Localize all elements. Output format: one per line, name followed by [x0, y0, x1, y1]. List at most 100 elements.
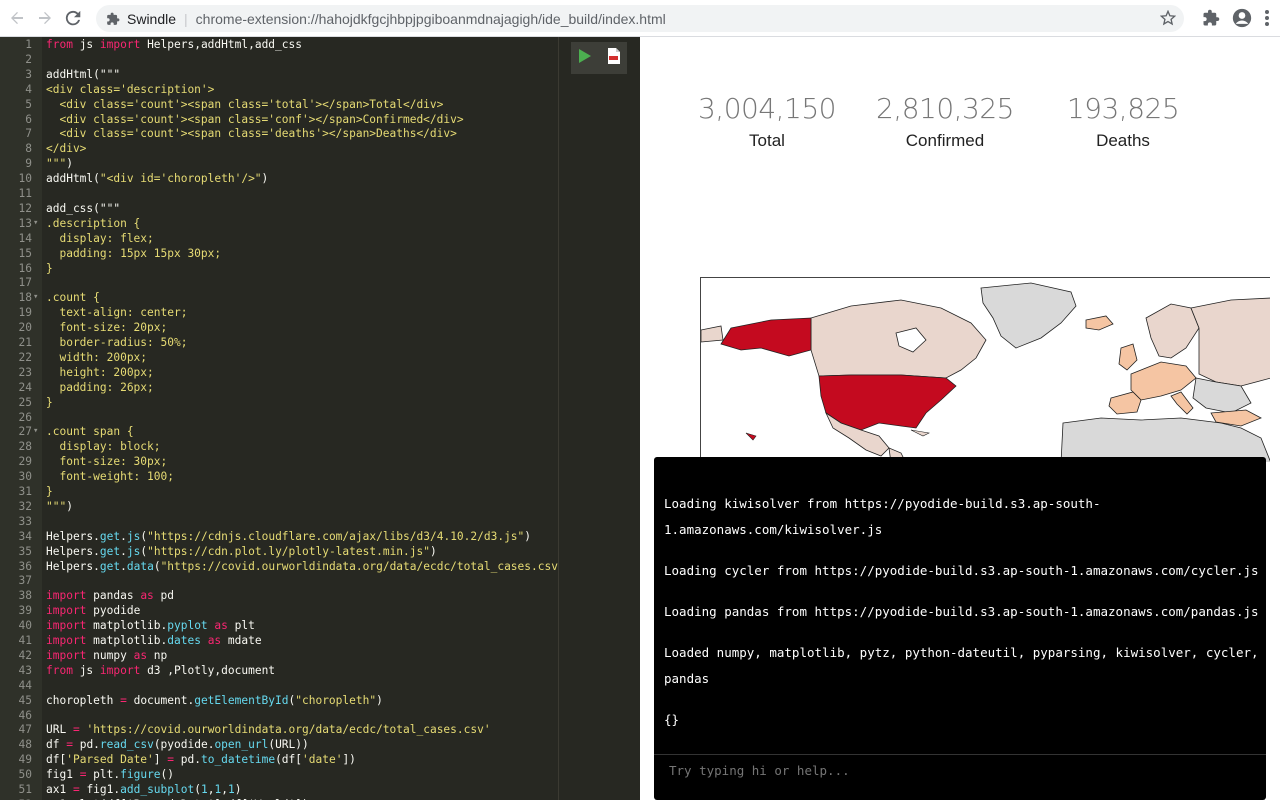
code-line[interactable]: 22 width: 200px;: [0, 350, 558, 365]
line-number: 24: [18, 380, 32, 394]
code-line[interactable]: 5 <div class='count'><span class='total'…: [0, 97, 558, 112]
code-line[interactable]: 25}: [0, 395, 558, 410]
fold-arrow-icon[interactable]: ▾: [33, 424, 38, 439]
menu-kebab-icon[interactable]: [1264, 9, 1270, 32]
code-line[interactable]: 49 df['Parsed Date'] = pd.to_datetime(df[…: [0, 752, 558, 767]
code-line[interactable]: 15 padding: 15px 15px 30px;: [0, 246, 558, 261]
code-line[interactable]: 48 df = pd.read_csv(pyodide.open_url(URL)…: [0, 737, 558, 752]
console-panel: Loading kiwisolver from https://pyodide-…: [654, 457, 1266, 800]
console-input[interactable]: [669, 763, 1249, 778]
code-text: Helpers.get.js("https://cdn.plot.ly/plot…: [46, 544, 437, 558]
code-text: from js import Helpers,addHtml,add_css: [46, 38, 302, 51]
code-text: }: [46, 395, 53, 409]
code-line[interactable]: 16}: [0, 261, 558, 276]
code-line[interactable]: 24 padding: 26px;: [0, 380, 558, 395]
choropleth-map[interactable]: [700, 277, 1270, 462]
code-editor[interactable]: 1 from js import Helpers,addHtml,add_css 2…: [0, 37, 640, 800]
code-line[interactable]: 26: [0, 410, 558, 425]
code-line[interactable]: 4 <div class='description'>: [0, 82, 558, 97]
code-line[interactable]: 2: [0, 52, 558, 67]
url-text: chrome-extension://hahojdkfgcjhbpjpgiboa…: [195, 10, 666, 27]
code-text: width: 200px;: [46, 350, 148, 364]
forward-button[interactable]: [34, 7, 56, 29]
line-number: 8: [25, 142, 32, 156]
code-text: add_css(""": [46, 201, 121, 215]
code-line[interactable]: 9 """): [0, 156, 558, 171]
code-line[interactable]: 51 ax1 = fig1.add_subplot(1,1,1): [0, 782, 558, 797]
code-line[interactable]: 34 Helpers.get.js("https://cdnjs.cloudfla…: [0, 529, 558, 544]
code-line[interactable]: 43 from js import d3 ,Plotly,document: [0, 663, 558, 678]
code-line[interactable]: 42 import numpy as np: [0, 648, 558, 663]
code-line[interactable]: 1 from js import Helpers,addHtml,add_css: [0, 37, 558, 52]
console-message: {}: [664, 712, 680, 727]
code-line[interactable]: 6 <div class='count'><span class='conf'>…: [0, 112, 558, 127]
profile-avatar-icon[interactable]: [1232, 8, 1252, 33]
extensions-icon[interactable]: [1202, 9, 1220, 32]
export-pdf-button[interactable]: [607, 47, 620, 69]
code-line[interactable]: 50 fig1 = plt.figure(): [0, 767, 558, 782]
line-number: 43: [18, 663, 32, 677]
code-line[interactable]: 7 <div class='count'><span class='deaths…: [0, 126, 558, 141]
line-number: 34: [18, 529, 32, 543]
code-line[interactable]: 41 import matplotlib.dates as mdate: [0, 633, 558, 648]
code-line[interactable]: 47 URL = 'https://covid.ourworldindata.or…: [0, 722, 558, 737]
code-line[interactable]: 21 border-radius: 50%;: [0, 335, 558, 350]
code-text: }: [46, 261, 53, 275]
code-line[interactable]: 45 choropleth = document.getElementById("…: [0, 693, 558, 708]
code-line[interactable]: 46: [0, 708, 558, 723]
code-line[interactable]: 3 addHtml(""": [0, 67, 558, 82]
code-area[interactable]: 1 from js import Helpers,addHtml,add_css 2…: [0, 37, 572, 800]
code-line[interactable]: 11: [0, 186, 558, 201]
line-number: 12: [18, 201, 32, 215]
code-line[interactable]: 20 font-size: 20px;: [0, 320, 558, 335]
code-line[interactable]: 37: [0, 573, 558, 588]
bookmark-star-icon[interactable]: [1159, 9, 1177, 29]
stats-description: 3,004,150 Total 2,810,325 Confirmed 193,…: [678, 92, 1212, 151]
code-line[interactable]: 38 import pandas as pd: [0, 588, 558, 603]
console-message: Loading cycler from https://pyodide-buil…: [664, 563, 1259, 578]
line-number: 18: [18, 291, 32, 305]
code-line[interactable]: 13 ▾ .description {: [0, 216, 558, 231]
code-line[interactable]: 29 font-size: 30px;: [0, 454, 558, 469]
code-line[interactable]: 8 </div>: [0, 141, 558, 156]
line-number: 10: [18, 172, 32, 186]
code-line[interactable]: 36 Helpers.get.data("https://covid.ourwor…: [0, 559, 572, 574]
code-line[interactable]: 39 import pyodide: [0, 603, 558, 618]
address-bar[interactable]: Swindle | chrome-extension://hahojdkfgcj…: [96, 5, 1184, 32]
run-button[interactable]: [578, 48, 592, 69]
code-line[interactable]: 19 text-align: center;: [0, 305, 558, 320]
code-line[interactable]: 10 addHtml("<div id='choropleth'/>"): [0, 171, 558, 186]
reload-button[interactable]: [62, 7, 84, 29]
code-text: .count span {: [46, 425, 134, 439]
code-line[interactable]: 12 add_css(""": [0, 201, 558, 216]
map-region-italy: [1170, 391, 1194, 415]
code-line[interactable]: 27 ▾ .count span {: [0, 424, 558, 439]
pdf-icon: [607, 47, 620, 64]
code-text: import matplotlib.dates as mdate: [46, 634, 262, 647]
back-button[interactable]: [6, 7, 28, 29]
code-line[interactable]: 33: [0, 514, 558, 529]
code-line[interactable]: 44: [0, 678, 558, 693]
code-text: choropleth = document.getElementById("ch…: [46, 693, 383, 707]
code-line[interactable]: 14 display: flex;: [0, 231, 558, 246]
code-line[interactable]: 30 font-weight: 100;: [0, 469, 558, 484]
code-text: Helpers.get.data("https://covid.ourworld…: [46, 559, 571, 573]
code-line[interactable]: 18 ▾ .count {: [0, 290, 558, 305]
code-text: df = pd.read_csv(pyodide.open_url(URL)): [46, 738, 309, 752]
code-line[interactable]: 17: [0, 275, 558, 290]
line-number: 1: [25, 38, 32, 51]
code-line[interactable]: 35 Helpers.get.js("https://cdn.plot.ly/pl…: [0, 544, 558, 559]
code-text: display: block;: [46, 440, 161, 454]
code-line[interactable]: 32 """): [0, 499, 558, 514]
code-line[interactable]: 23 height: 200px;: [0, 365, 558, 380]
code-text: text-align: center;: [46, 306, 188, 320]
code-line[interactable]: 31}: [0, 484, 558, 499]
code-line[interactable]: 28 display: block;: [0, 439, 558, 454]
line-number: 49: [18, 753, 32, 767]
line-number: 14: [18, 231, 32, 245]
code-text: .description {: [46, 216, 141, 230]
line-number: 33: [18, 514, 32, 528]
fold-arrow-icon[interactable]: ▾: [33, 290, 38, 305]
fold-arrow-icon[interactable]: ▾: [33, 216, 38, 231]
code-line[interactable]: 40 import matplotlib.pyplot as plt: [0, 618, 558, 633]
